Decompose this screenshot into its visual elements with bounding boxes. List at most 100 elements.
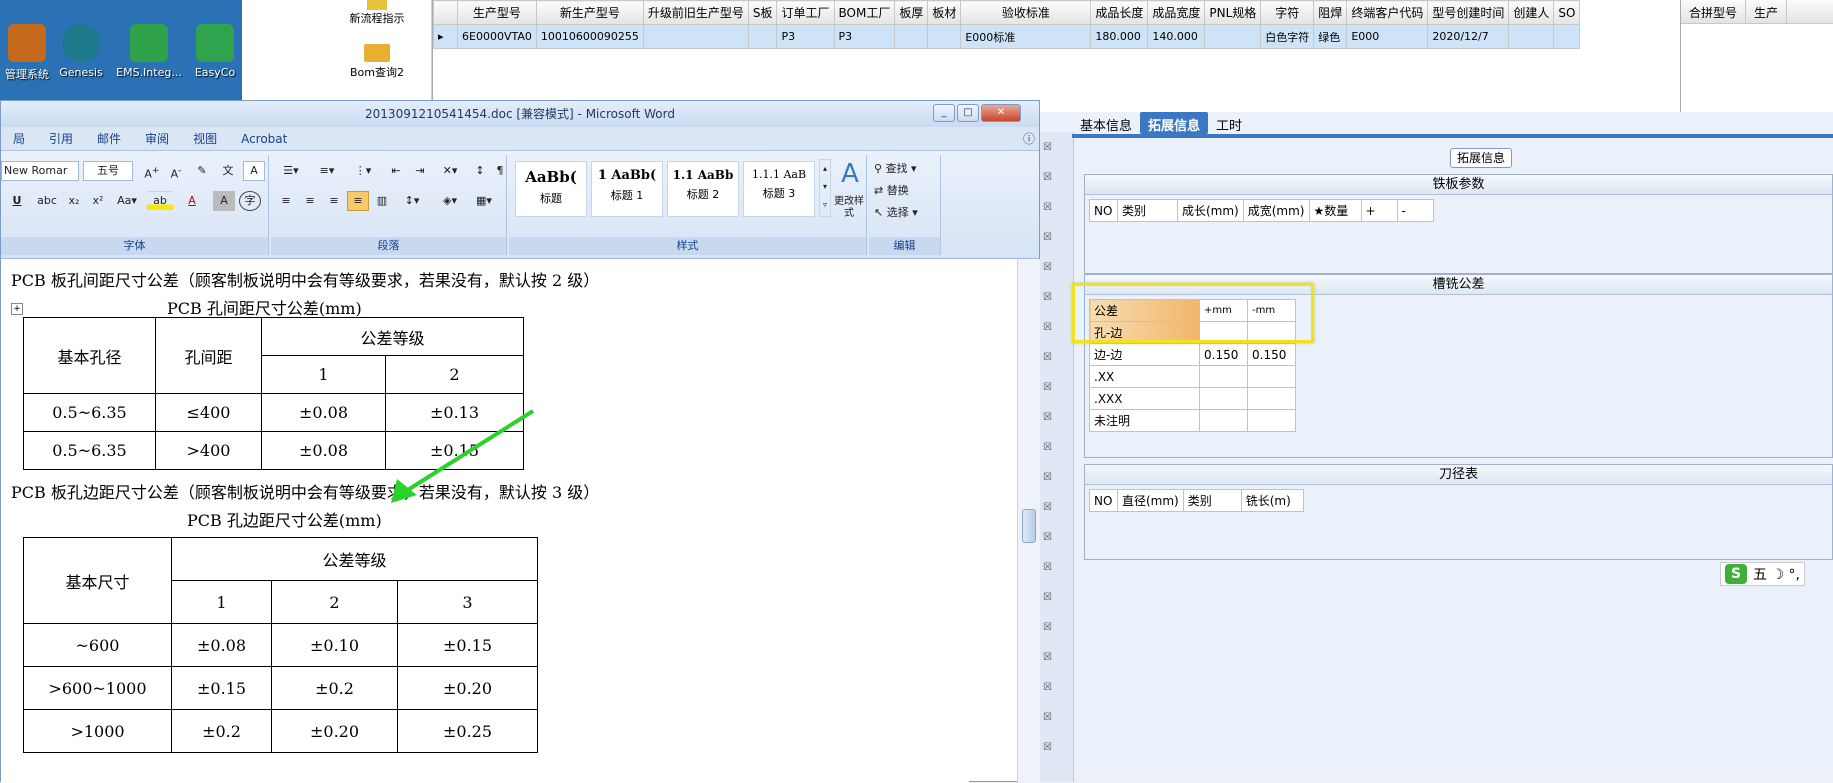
style-heading-2[interactable]: 1.1 AaBb 标题 2 — [667, 161, 739, 217]
col-header[interactable]: 类别 — [1182, 489, 1242, 512]
char-shading-icon[interactable]: A — [213, 191, 235, 211]
strip-icon[interactable]: ☒ — [1043, 232, 1053, 247]
sort-icon[interactable]: ↕ — [469, 161, 491, 181]
ime-toolbar[interactable]: S 五 ☽ °, — [1720, 562, 1805, 586]
tab-layout[interactable]: 局 — [1, 130, 37, 147]
justify-icon[interactable]: ≡ — [347, 191, 369, 211]
font-name-select[interactable]: New Romar — [1, 161, 79, 181]
increase-indent-icon[interactable]: ⇥ — [409, 161, 431, 181]
grid-cell[interactable] — [894, 24, 929, 49]
add-row-button[interactable]: + — [1360, 199, 1398, 222]
strip-icon[interactable]: ☒ — [1043, 622, 1053, 637]
strip-icon[interactable]: ☒ — [1043, 352, 1053, 367]
strip-icon[interactable]: ☒ — [1043, 532, 1053, 547]
strip-icon[interactable]: ☒ — [1043, 142, 1053, 157]
col-header[interactable]: 板材 — [927, 0, 962, 25]
table-row[interactable]: .XXX — [1089, 387, 1296, 410]
strip-icon[interactable]: ☒ — [1043, 442, 1053, 457]
col-header[interactable]: ★数量 — [1308, 199, 1362, 222]
table-row[interactable]: 孔-边 — [1089, 321, 1296, 344]
grid-cell[interactable]: 2020/12/7 — [1427, 24, 1510, 49]
col-header[interactable]: 订单工厂 — [776, 0, 835, 25]
align-center-icon[interactable]: ≡ — [299, 191, 321, 211]
change-styles-button[interactable]: 更改样式 — [831, 195, 867, 219]
font-size-select[interactable]: 五号 — [83, 161, 133, 181]
grid-cell[interactable]: P3 — [776, 24, 835, 49]
col-header[interactable]: 字符 — [1260, 0, 1315, 25]
char-border-icon[interactable]: A — [243, 161, 265, 181]
desktop-icon-easyco[interactable]: EasyCo — [180, 24, 250, 79]
grid-cell[interactable] — [1204, 24, 1262, 49]
minus-tolerance-cell[interactable] — [1247, 365, 1296, 388]
col-header[interactable]: 类别 — [1117, 199, 1178, 222]
plus-tolerance-cell[interactable] — [1199, 365, 1248, 388]
styles-scroll-icon[interactable]: ▴ ▾ ▿ — [819, 159, 831, 217]
grid-cell[interactable]: 6E0000VTA0 — [457, 24, 537, 49]
minus-tolerance-cell[interactable] — [1247, 387, 1296, 410]
grid-cell[interactable] — [747, 24, 778, 49]
grid-cell[interactable]: E000标准 — [960, 24, 1092, 49]
decrease-indent-icon[interactable]: ⇤ — [385, 161, 407, 181]
strip-icon[interactable]: ☒ — [1043, 682, 1053, 697]
col-header[interactable]: 成品宽度 — [1147, 0, 1206, 25]
strip-icon[interactable]: ☒ — [1043, 592, 1053, 607]
tab-extended-info[interactable]: 拓展信息 — [1140, 112, 1209, 134]
strip-icon[interactable]: ☒ — [1043, 472, 1053, 487]
col-header[interactable]: NO — [1089, 199, 1118, 222]
tab-review[interactable]: 审阅 — [133, 130, 181, 147]
find-button[interactable]: ⚲ 查找 ▾ — [873, 159, 939, 179]
underline-icon[interactable]: U — [7, 191, 27, 211]
chinese-layout-icon[interactable]: ✕▾ — [435, 161, 465, 181]
line-spacing-icon[interactable]: ↕▾ — [397, 191, 427, 211]
col-header[interactable]: 成长(mm) — [1177, 199, 1244, 222]
minimize-button[interactable]: _ — [933, 104, 955, 122]
align-right-icon[interactable]: ≡ — [323, 191, 345, 211]
col-header[interactable]: 验收标准 — [960, 0, 1092, 25]
vertical-scrollbar[interactable] — [1017, 259, 1041, 783]
shading-icon[interactable]: ◈▾ — [435, 191, 465, 211]
distributed-icon[interactable]: ▥ — [371, 191, 393, 211]
strip-icon[interactable]: ☒ — [1043, 292, 1053, 307]
col-header[interactable]: 生产 — [1746, 0, 1788, 23]
font-color-icon[interactable]: A — [179, 191, 205, 211]
col-header[interactable]: 合拼型号 — [1681, 0, 1747, 23]
strip-icon[interactable]: ☒ — [1043, 322, 1053, 337]
table-row[interactable]: .XX — [1089, 365, 1296, 388]
strip-icon[interactable]: ☒ — [1043, 712, 1053, 727]
replace-button[interactable]: ⇄ 替换 — [873, 181, 939, 201]
grid-cell[interactable] — [927, 24, 962, 49]
select-button[interactable]: ↖ 选择 ▾ — [873, 203, 939, 223]
strip-icon[interactable]: ☒ — [1043, 742, 1053, 757]
enclose-char-icon[interactable]: 字 — [239, 191, 261, 211]
close-button[interactable]: ✕ — [981, 104, 1021, 122]
strip-icon[interactable]: ☒ — [1043, 382, 1053, 397]
subscript-icon[interactable]: x₂ — [63, 191, 85, 211]
strip-icon[interactable]: ☒ — [1043, 502, 1053, 517]
borders-icon[interactable]: ▦▾ — [469, 191, 499, 211]
grid-cell[interactable] — [1508, 24, 1555, 49]
col-header[interactable]: 阻焊 — [1313, 0, 1348, 25]
strip-icon[interactable]: ☒ — [1043, 562, 1053, 577]
tab-mailings[interactable]: 邮件 — [85, 130, 133, 147]
col-header[interactable]: S板 — [747, 0, 778, 25]
col-header[interactable]: SO — [1553, 0, 1581, 25]
remove-row-button[interactable]: - — [1396, 199, 1434, 222]
highlight-icon[interactable]: ab — [147, 191, 173, 211]
col-header[interactable]: 铣长(m) — [1240, 489, 1304, 512]
tab-acrobat[interactable]: Acrobat — [229, 132, 299, 146]
strip-icon[interactable]: ☒ — [1043, 262, 1053, 277]
strip-icon[interactable]: ☒ — [1043, 412, 1053, 427]
maximize-button[interactable]: □ — [957, 104, 979, 122]
plus-tolerance-cell[interactable] — [1199, 387, 1248, 410]
col-header[interactable]: 成品长度 — [1090, 0, 1149, 25]
col-header[interactable]: 成宽(mm) — [1242, 199, 1310, 222]
col-header[interactable]: 创建人 — [1508, 0, 1555, 25]
multilevel-icon[interactable]: ⋮▾ — [347, 161, 379, 181]
style-title[interactable]: AaBb( 标题 — [515, 161, 587, 217]
scroll-thumb[interactable] — [1022, 509, 1036, 543]
style-heading-1[interactable]: 1 AaBb( 标题 1 — [591, 161, 663, 217]
phonetic-icon[interactable]: 文 — [217, 161, 239, 181]
table-row[interactable]: 未注明 — [1089, 409, 1296, 432]
tab-basic-info[interactable]: 基本信息 — [1072, 112, 1140, 134]
strip-icon[interactable]: ☒ — [1043, 172, 1053, 187]
